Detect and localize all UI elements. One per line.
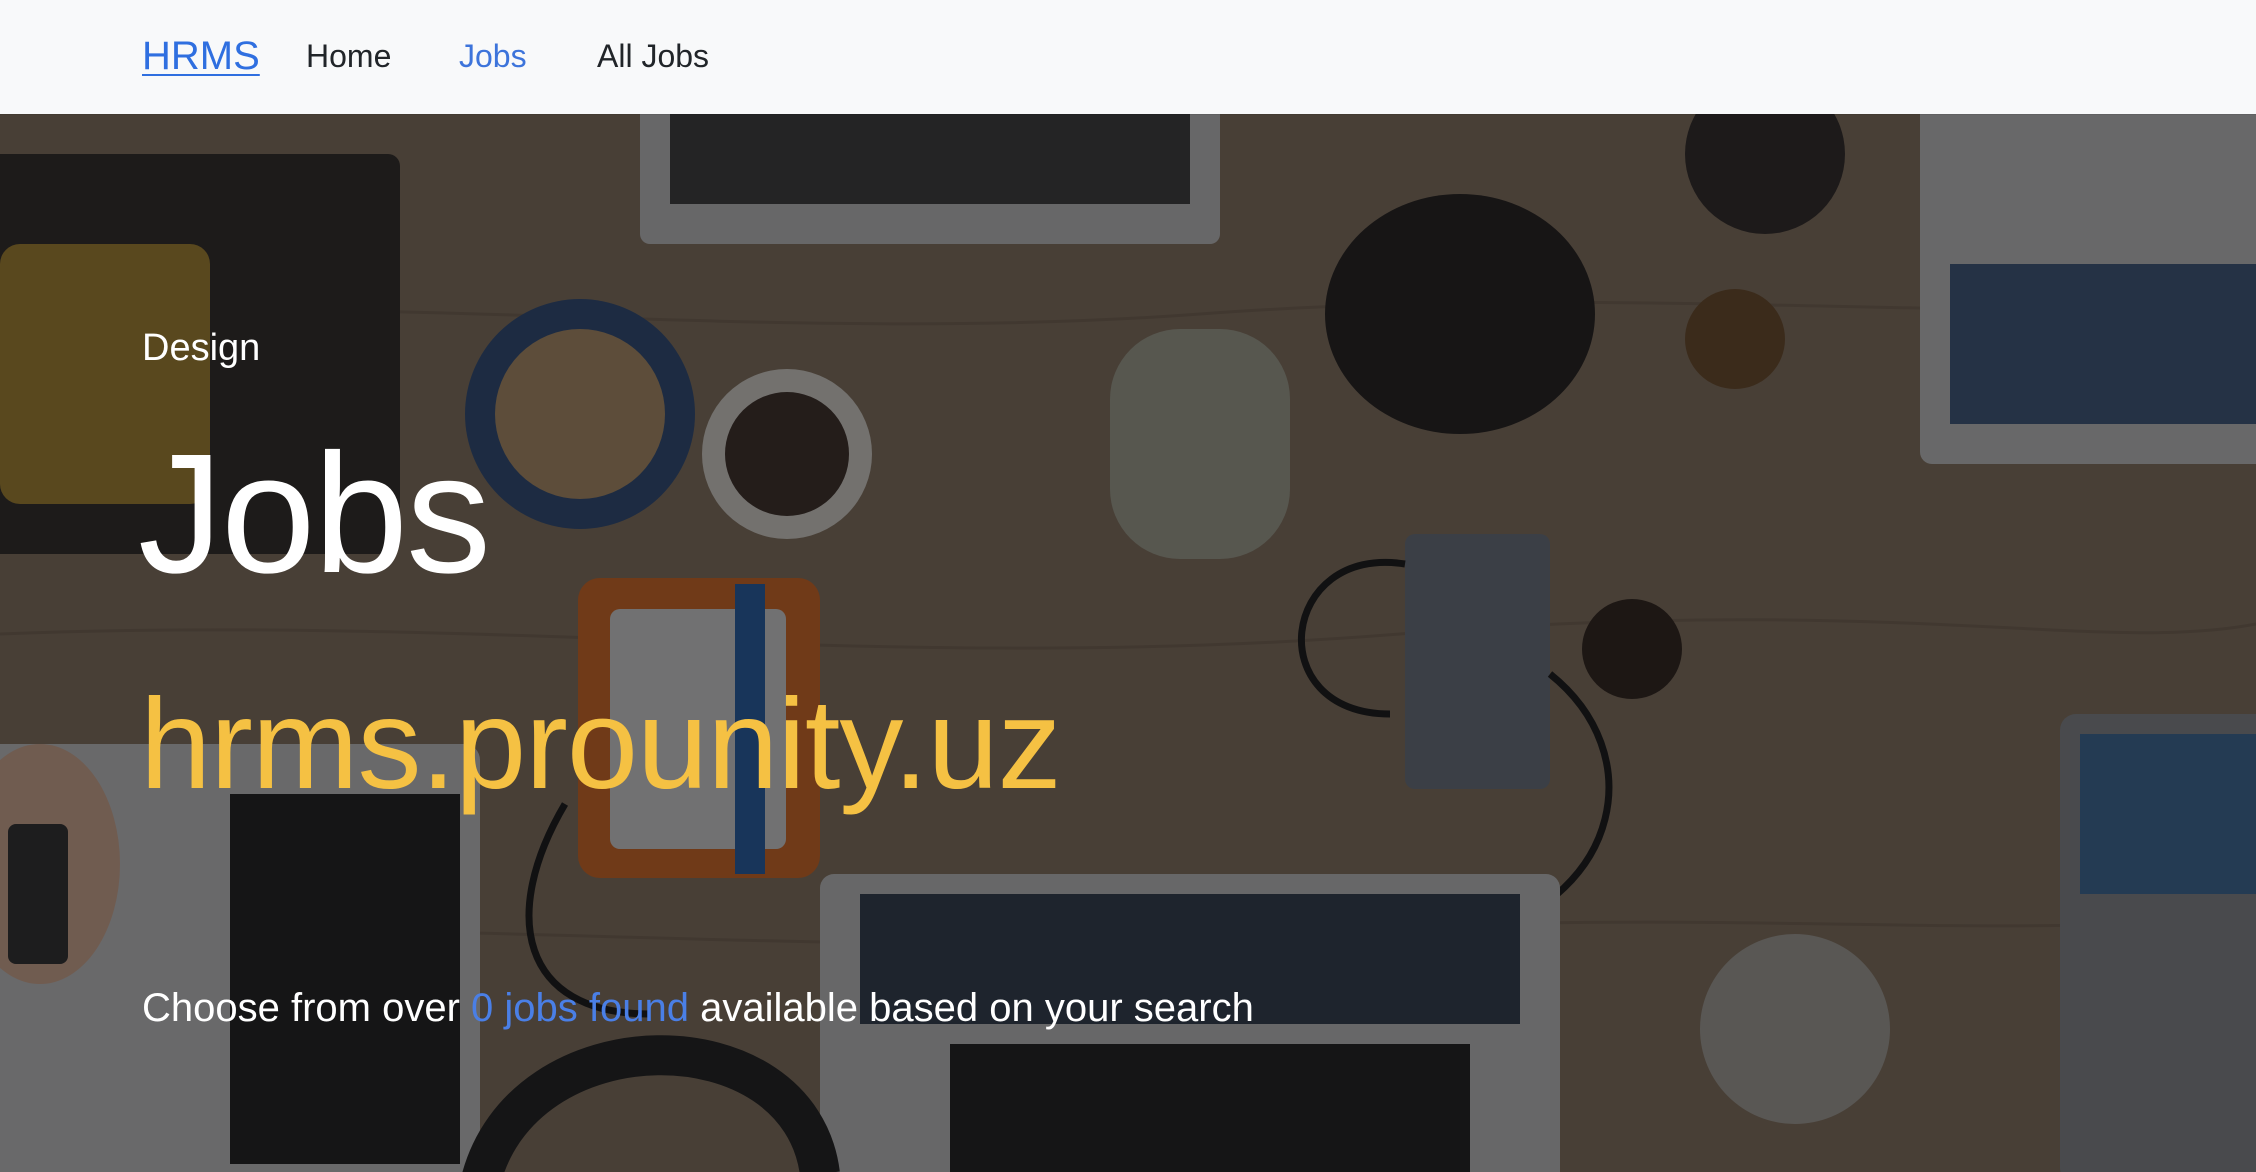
nav-link-all-jobs[interactable]: All Jobs bbox=[597, 36, 709, 76]
lead-suffix: available based on your search bbox=[700, 986, 1254, 1030]
brand-link[interactable]: HRMS bbox=[142, 30, 260, 82]
jobs-found-count-link[interactable]: 0 jobs found bbox=[471, 986, 689, 1030]
lead-prefix: Choose from over bbox=[142, 986, 460, 1030]
hero-eyebrow: Design bbox=[142, 327, 261, 369]
page: HRMS Home Jobs All Jobs Design Jobs hrms… bbox=[0, 0, 2256, 1172]
hero-section: Design Jobs hrms.prounity.uz Choose from… bbox=[0, 114, 2256, 1172]
hero-content: Design Jobs hrms.prounity.uz Choose from… bbox=[0, 114, 2256, 1172]
top-navbar: HRMS Home Jobs All Jobs bbox=[0, 0, 2256, 114]
hero-domain-heading: hrms.prounity.uz bbox=[140, 673, 1062, 816]
nav-link-home[interactable]: Home bbox=[306, 36, 391, 76]
hero-lead-text: Choose from over 0 jobs found available … bbox=[142, 982, 1254, 1034]
nav-link-jobs[interactable]: Jobs bbox=[459, 36, 527, 76]
hero-title: Jobs bbox=[138, 419, 491, 609]
